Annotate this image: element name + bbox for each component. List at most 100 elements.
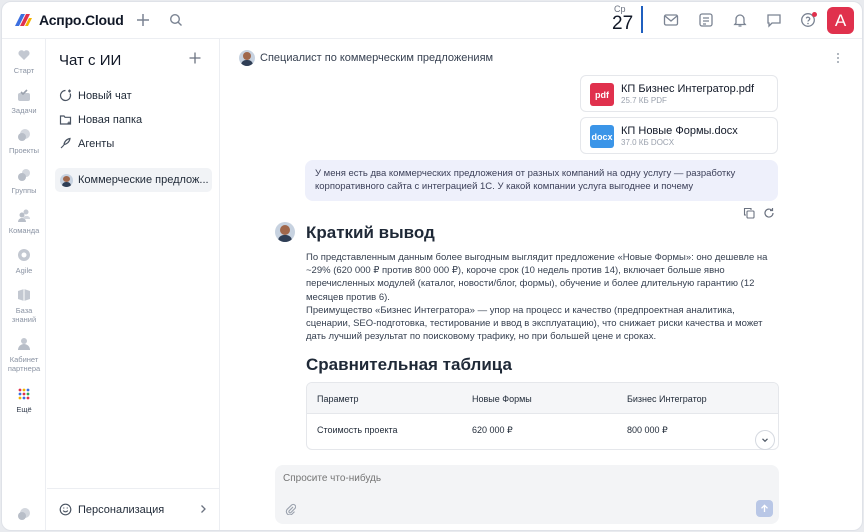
rail-label: База знаний <box>11 306 37 324</box>
rail-item-partner[interactable]: Кабинет партнера <box>2 337 46 373</box>
chat-header-title: Специалист по коммерческим предложениям <box>260 52 494 64</box>
rail-label: Группы <box>11 186 37 195</box>
chat-sidebar: Чат с ИИ Новый чат Новая папка Агенты Ко… <box>47 39 220 530</box>
table-cell: 620 000 ₽ <box>472 425 513 435</box>
rail-collapse[interactable] <box>2 507 46 525</box>
rail-label: Старт <box>13 66 35 75</box>
chat-list-item[interactable]: Коммерческие предлож... <box>55 168 212 192</box>
paperclip-icon[interactable] <box>285 503 296 515</box>
rail-label: Проекты <box>8 146 40 155</box>
file-meta: 37.0 КБ DOCX <box>621 138 675 147</box>
agile-icon <box>18 249 30 261</box>
table-header-cell: Новые Формы <box>472 394 532 404</box>
left-rail: Старт Задачи Проекты Группы Команда Agil… <box>2 39 46 530</box>
arrow-up-icon <box>761 504 768 512</box>
new-folder-icon <box>59 115 72 125</box>
logo[interactable]: Аспро.Cloud <box>14 12 124 28</box>
plus-icon[interactable] <box>134 11 152 29</box>
smile-icon <box>59 503 72 516</box>
sidebar-title: Чат с ИИ <box>59 52 122 69</box>
partner-icon <box>18 338 30 350</box>
file-meta: 25.7 КБ PDF <box>621 96 667 105</box>
table-header-cell: Параметр <box>317 394 359 404</box>
chevron-right-icon[interactable] <box>198 504 208 514</box>
copy-icon[interactable] <box>743 207 755 219</box>
rail-item-agile[interactable]: Agile <box>2 248 46 275</box>
knowledge-icon <box>18 289 30 301</box>
rail-item-team[interactable]: Команда <box>2 208 46 235</box>
agents-link[interactable]: Агенты <box>59 137 114 150</box>
answer-paragraph: Преимущество «Бизнес Интегратора» — упор… <box>306 305 763 343</box>
comparison-table: Параметр Новые Формы Бизнес Интегратор С… <box>306 382 779 450</box>
personalization-label: Персонализация <box>78 503 165 516</box>
message-composer <box>275 465 779 524</box>
logo-text: Аспро.Cloud <box>39 12 124 28</box>
new-folder-label: Новая папка <box>78 113 143 126</box>
app-window: Аспро.Cloud Ср 27 А Старт Задачи Проекты… <box>1 1 863 531</box>
mail-icon[interactable] <box>662 11 680 29</box>
collapse-icon <box>18 508 30 520</box>
sidebar-footer: Персонализация <box>47 488 219 530</box>
grid-icon <box>18 388 30 400</box>
projects-icon <box>18 129 30 141</box>
attachment-card[interactable]: pdf КП Бизнес Интегратор.pdf 25.7 КБ PDF <box>580 75 778 112</box>
chat-main: Специалист по коммерческим предложениям … <box>221 39 862 530</box>
regenerate-icon[interactable] <box>763 207 775 219</box>
document-icon[interactable] <box>697 11 715 29</box>
add-chat-button[interactable] <box>188 51 204 67</box>
rail-label: Команда <box>8 226 40 235</box>
bell-icon[interactable] <box>731 11 749 29</box>
top-bar: Аспро.Cloud Ср 27 А <box>2 2 862 39</box>
message-input[interactable] <box>283 473 733 484</box>
chat-header: Специалист по коммерческим предложениям <box>239 50 493 66</box>
chat-bubble-icon[interactable] <box>765 11 783 29</box>
team-icon <box>18 209 30 222</box>
agents-icon <box>60 137 71 149</box>
new-chat-icon <box>59 89 72 102</box>
new-chat-link[interactable]: Новый чат <box>59 89 132 102</box>
table-cell: 800 000 ₽ <box>627 425 668 435</box>
notification-dot <box>812 12 817 17</box>
assistant-avatar <box>275 222 295 242</box>
tasks-icon <box>18 89 30 101</box>
chevron-down-icon <box>762 438 768 443</box>
new-chat-label: Новый чат <box>78 89 132 102</box>
agents-label: Агенты <box>78 137 115 150</box>
send-button[interactable] <box>756 500 773 517</box>
user-avatar[interactable]: А <box>827 7 854 34</box>
rail-label: Agile <box>15 266 33 275</box>
scroll-down-button[interactable] <box>755 430 775 450</box>
rail-item-start[interactable]: Старт <box>2 48 46 75</box>
groups-icon <box>18 169 30 181</box>
new-folder-link[interactable]: Новая папка <box>59 113 142 126</box>
date-divider <box>641 6 643 33</box>
chat-item-label: Коммерческие предлож... <box>78 174 209 186</box>
table-header-row <box>307 383 778 414</box>
docx-file-icon: docx <box>590 125 614 148</box>
attachment-card[interactable]: docx КП Новые Формы.docx 37.0 КБ DOCX <box>580 117 778 154</box>
rail-label: Кабинет партнера <box>7 355 41 373</box>
answer-paragraph: По представленным данным более выгодным … <box>306 252 768 303</box>
more-options-icon[interactable] <box>836 52 840 64</box>
rail-item-projects[interactable]: Проекты <box>2 128 46 155</box>
plus-icon <box>189 52 201 64</box>
table-header-cell: Бизнес Интегратор <box>627 394 707 404</box>
table-cell: Стоимость проекта <box>317 425 398 435</box>
rail-label: Задачи <box>11 106 37 115</box>
rail-item-tasks[interactable]: Задачи <box>2 88 46 115</box>
date-day: 27 <box>612 13 634 34</box>
rail-label: Ещё <box>16 405 32 414</box>
user-message: У меня есть два коммерческих предложения… <box>305 160 778 201</box>
rail-item-groups[interactable]: Группы <box>2 168 46 195</box>
logo-icon <box>15 14 32 26</box>
rail-item-knowledge[interactable]: База знаний <box>2 288 46 324</box>
personalization-link[interactable]: Персонализация <box>59 503 164 516</box>
rail-item-more[interactable]: Ещё <box>2 387 46 414</box>
date-widget[interactable]: Ср 27 <box>612 4 644 34</box>
message-actions <box>743 207 775 219</box>
file-name: КП Новые Формы.docx <box>621 125 738 137</box>
search-icon[interactable] <box>167 11 185 29</box>
heart-icon <box>18 50 30 60</box>
pdf-file-icon: pdf <box>590 83 614 106</box>
table-heading: Сравнительная таблица <box>306 355 512 374</box>
